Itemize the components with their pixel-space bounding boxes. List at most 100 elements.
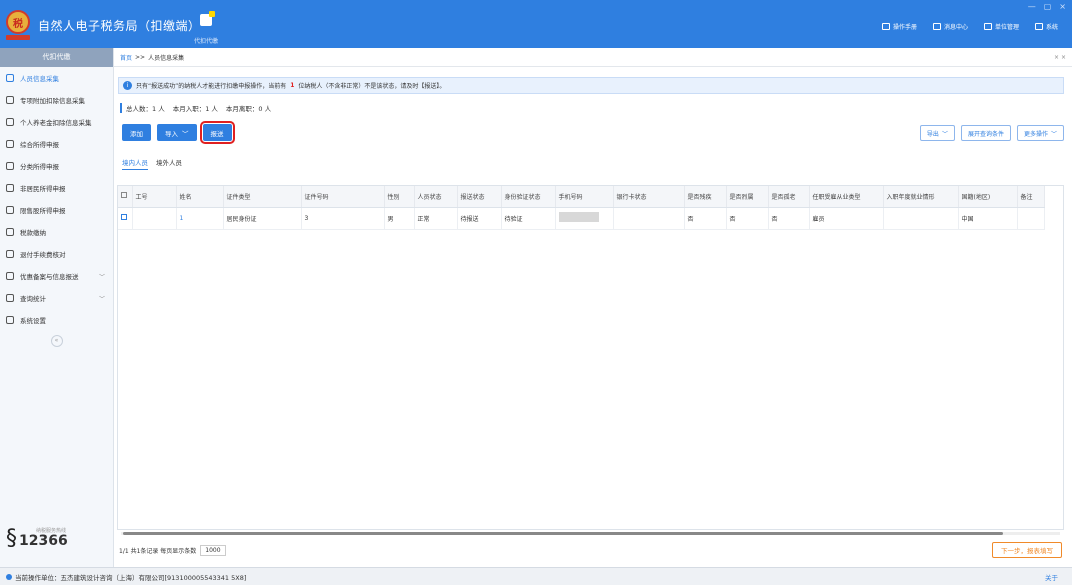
chevron-down-icon: ﹀ (941, 130, 948, 138)
info-icon: i (123, 81, 132, 90)
message-icon (932, 23, 941, 30)
person-icon (6, 74, 14, 82)
table-row[interactable]: 1 居民身份证 3 男 正常 待报送 待验证 否 否 否 雇员 中国 (118, 207, 1045, 230)
right-tools: 导出 ﹀ 展开查询条件 更多操作 ﹀ (919, 125, 1064, 141)
sidebar-item-nonresident[interactable]: 非居民所得申报 (0, 177, 113, 199)
cell-employment-type: 雇员 (809, 207, 884, 230)
submit-button[interactable]: 报送 (199, 121, 235, 144)
pagination: 1/1 共1条记录 每页显示条数 1000 (119, 545, 226, 556)
cell-name-link[interactable]: 1 (176, 207, 224, 230)
manual-icon (881, 23, 890, 30)
breadcrumb: 首页 >> 人员信息采集 × × (114, 48, 1072, 67)
breadcrumb-home[interactable]: 首页 (120, 53, 132, 62)
message-center-link[interactable]: 消息中心 (932, 22, 968, 31)
classified-icon (6, 162, 14, 170)
col-header: 入职年度就业情形 (883, 186, 959, 208)
status-bar: 当前操作单位：五杰建筑设计咨询（上海）有限公司[913100005543341 … (0, 567, 1072, 585)
select-all-checkbox[interactable] (118, 186, 133, 208)
chevron-down-icon: ﹀ (182, 130, 189, 138)
top-header: 税 自然人电子税务局（扣缴端） 代扣代缴 — ▢ × 操作手册 消息中心 单位管… (0, 0, 1072, 48)
col-header: 姓名 (176, 186, 224, 208)
expand-query-button[interactable]: 展开查询条件 (960, 125, 1011, 141)
sidebar-item-restricted-stock[interactable]: 限售股所得申报 (0, 199, 113, 221)
col-header: 手机号码 (555, 186, 614, 208)
row-checkbox[interactable] (118, 207, 133, 230)
company-manage-link[interactable]: 单位管理 (983, 22, 1019, 31)
app-title: 自然人电子税务局（扣缴端） (38, 19, 201, 33)
next-step-button[interactable]: 下一步，报表填写 (992, 542, 1062, 558)
cell-remark (1017, 207, 1045, 230)
cell-bank-card-status (613, 207, 685, 230)
sidebar-item-classified[interactable]: 分类所得申报 (0, 155, 113, 177)
sidebar-item-pension[interactable]: 个人养老金扣除信息采集 (0, 111, 113, 133)
preferential-icon (6, 272, 14, 280)
manual-link[interactable]: 操作手册 (881, 22, 917, 31)
cell-submit-status: 待报送 (457, 207, 502, 230)
col-header: 报送状态 (457, 186, 502, 208)
sidebar-header: 代扣代缴 (0, 48, 113, 67)
breadcrumb-current: 人员信息采集 (148, 54, 185, 62)
gear-icon (6, 316, 14, 324)
col-header: 证件类型 (223, 186, 302, 208)
stat-joined: 本月入职：1 人 (172, 105, 218, 113)
horizontal-scrollbar[interactable] (117, 531, 1064, 536)
window-controls: — ▢ × (1028, 2, 1066, 11)
system-icon (1034, 23, 1043, 30)
export-button[interactable]: 导出 ﹀ (919, 125, 955, 141)
cell-verify-status: 待验证 (501, 207, 556, 230)
scrollbar-thumb[interactable] (123, 532, 1003, 535)
add-button[interactable]: 添加 (122, 124, 151, 141)
table-header-row: 工号 姓名 证件类型 证件号码 性别 人员状态 报送状态 身份验证状态 手机号码… (118, 186, 1045, 208)
sidebar-item-query[interactable]: 查询统计 ﹀ (0, 287, 113, 309)
close-tab-icon[interactable]: × × (1054, 54, 1066, 61)
sidebar-item-payment[interactable]: 税款缴纳 (0, 221, 113, 243)
tab-domestic[interactable]: 境内人员 (122, 157, 148, 170)
sidebar-item-personnel[interactable]: 人员信息采集 (0, 67, 113, 89)
top-links: 操作手册 消息中心 单位管理 系统 (881, 22, 1072, 31)
hotline: § 12366 纳税服务热线 (6, 526, 68, 551)
hotline-icon: § (6, 526, 17, 551)
cell-person-status: 正常 (414, 207, 458, 230)
about-link[interactable]: 关于 (1045, 572, 1058, 582)
col-header: 任职受雇从业类型 (809, 186, 884, 208)
col-header: 人员状态 (414, 186, 458, 208)
chevron-down-icon: ﹀ (1050, 130, 1057, 138)
personnel-stats: 总人数：1 人 本月入职：1 人 本月离职：0 人 (120, 103, 271, 113)
col-header: 身份验证状态 (501, 186, 556, 208)
sidebar-item-settings[interactable]: 系统设置 (0, 309, 113, 331)
toolbar: 添加 导入 ﹀ 报送 (122, 121, 235, 144)
cell-phone-masked (555, 207, 614, 230)
pagination-info: 1/1 共1条记录 每页显示条数 (119, 548, 197, 555)
minimize-icon[interactable]: — (1028, 2, 1036, 11)
personnel-tabs: 境内人员 境外人员 (122, 157, 182, 170)
tab-overseas[interactable]: 境外人员 (156, 157, 182, 170)
chevron-down-icon: ﹀ (98, 295, 105, 303)
chart-icon (6, 206, 14, 214)
refund-icon (6, 250, 14, 258)
withholding-nav-icon[interactable] (197, 11, 215, 30)
pension-icon (6, 118, 14, 126)
sidebar-item-special-deduction[interactable]: 专项附加扣除信息采集 (0, 89, 113, 111)
cell-id-number: 3 (301, 207, 385, 230)
comprehensive-icon (6, 140, 14, 148)
breadcrumb-separator: >> (135, 53, 146, 61)
close-icon[interactable]: × (1059, 2, 1066, 11)
withholding-nav-label[interactable]: 代扣代缴 (194, 36, 218, 45)
col-header: 银行卡状态 (613, 186, 685, 208)
sidebar-item-preferential[interactable]: 优惠备案与信息报送 ﹀ (0, 265, 113, 287)
import-button[interactable]: 导入 ﹀ (157, 124, 197, 141)
sidebar-item-comprehensive[interactable]: 综合所得申报 (0, 133, 113, 155)
system-link[interactable]: 系统 (1034, 22, 1058, 31)
sidebar-collapse-button[interactable]: « (50, 335, 63, 347)
cell-disabled: 否 (684, 207, 727, 230)
chevron-down-icon: ﹀ (98, 273, 105, 281)
col-header: 是否孤老 (768, 186, 810, 208)
sidebar: 代扣代缴 人员信息采集 专项附加扣除信息采集 个人养老金扣除信息采集 综合所得申… (0, 48, 114, 567)
cell-id-type: 居民身份证 (223, 207, 302, 230)
more-actions-button[interactable]: 更多操作 ﹀ (1016, 125, 1064, 141)
sidebar-item-refund-fee[interactable]: 退付手续费核对 (0, 243, 113, 265)
deduction-icon (6, 96, 14, 104)
col-header: 备注 (1017, 186, 1045, 208)
page-size-input[interactable]: 1000 (200, 545, 226, 556)
maximize-icon[interactable]: ▢ (1044, 2, 1052, 11)
